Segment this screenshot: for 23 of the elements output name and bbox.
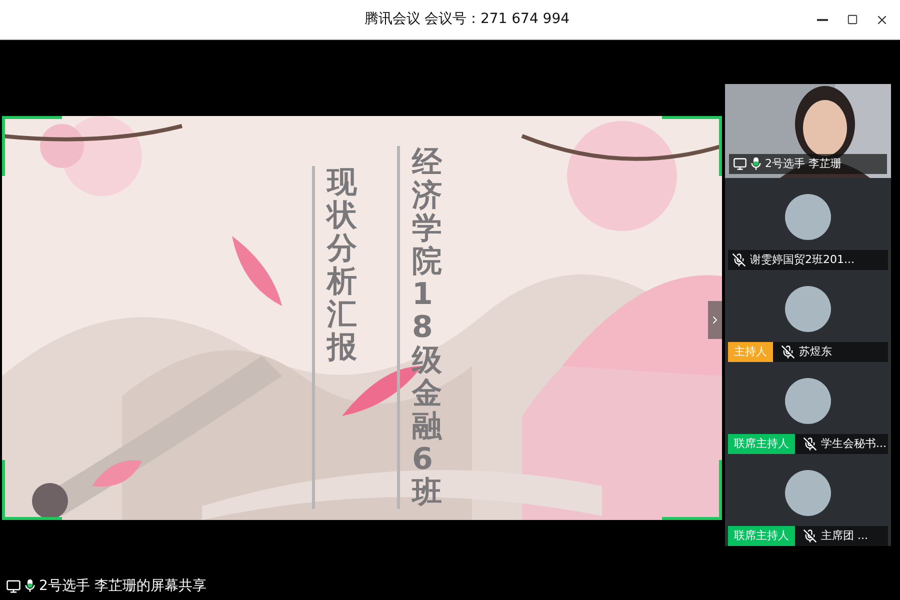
slide-subtitle: 经济学院18级金融6班 (412, 146, 442, 509)
meeting-id: 会议号：271 674 994 (424, 10, 570, 29)
avatar (785, 378, 831, 424)
frame-corner (662, 116, 722, 176)
sharing-status: 2号选手 李芷珊的屏幕共享 (39, 576, 206, 596)
participant-name: 谢雯婷国贸2班201... (750, 252, 854, 268)
participant-name: 苏煜东 (799, 344, 832, 360)
role-badge: 联席主持人 (728, 434, 795, 454)
avatar (785, 194, 831, 240)
avatar (785, 286, 831, 332)
frame-corner (2, 460, 62, 520)
avatar (785, 470, 831, 516)
frame-corner (662, 460, 722, 520)
participant-name: 2号选手 李芷珊 (765, 156, 842, 172)
frame-corner (2, 116, 62, 176)
slide-title: 现状分析汇报 (327, 166, 357, 364)
maximize-icon (846, 14, 858, 25)
role-badge: 联席主持人 (728, 526, 795, 546)
minimize-icon (816, 18, 828, 20)
participant-name: 学生会秘书... (821, 436, 886, 452)
participant-name: 主席团 ... (821, 528, 868, 544)
window-title: 腾讯会议 (364, 10, 420, 29)
role-badge: 主持人 (728, 342, 773, 362)
